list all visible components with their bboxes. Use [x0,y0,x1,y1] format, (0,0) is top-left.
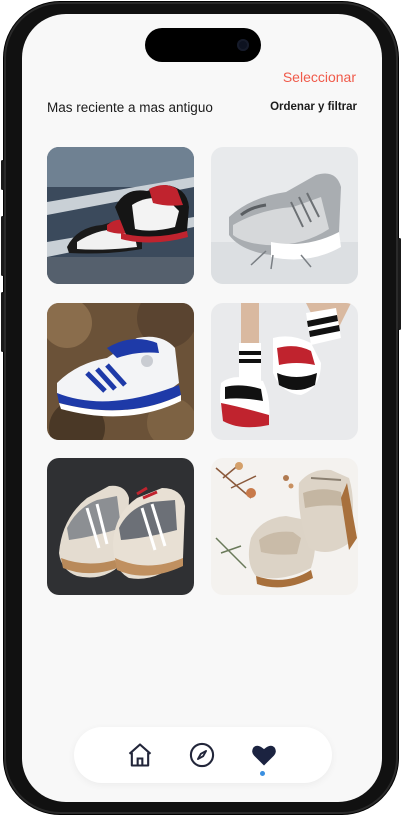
sort-order-title: Mas reciente a mas antiguo [47,100,213,115]
home-icon [128,743,152,767]
front-camera [237,39,249,51]
select-button[interactable]: Seleccionar [283,69,356,85]
product-image-4 [211,303,358,440]
sort-filter-button[interactable]: Ordenar y filtrar [270,101,357,113]
bottom-tab-bar [74,727,332,783]
product-card-1[interactable] [47,147,194,284]
compass-icon [189,742,215,768]
dynamic-island [145,28,261,62]
tab-favorites[interactable] [250,741,278,769]
product-card-5[interactable] [47,458,194,595]
volume-up-button [1,216,4,276]
power-button [398,238,401,330]
product-card-2[interactable] [211,147,358,284]
product-image-6 [211,458,358,595]
active-tab-indicator [260,771,265,776]
volume-down-button [1,292,4,352]
product-card-3[interactable] [47,303,194,440]
app-screen: Seleccionar Mas reciente a mas antiguo O… [22,14,382,802]
product-image-5 [47,458,194,595]
product-image-1 [47,147,194,284]
tab-home[interactable] [126,741,154,769]
product-card-4[interactable] [211,303,358,440]
mute-switch [1,160,4,190]
heart-icon [252,745,276,766]
tab-explore[interactable] [188,741,216,769]
product-card-6[interactable] [211,458,358,595]
product-image-3 [47,303,194,440]
product-image-2 [211,147,358,284]
